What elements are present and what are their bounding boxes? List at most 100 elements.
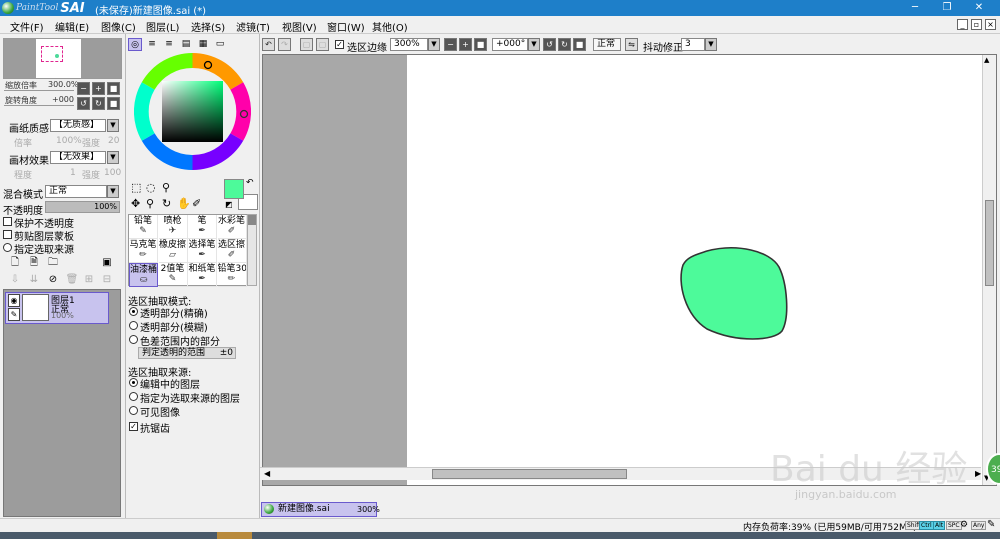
canvas-frame[interactable]: ▲ ▼ bbox=[262, 54, 997, 486]
tool-11[interactable]: 和纸笔 ✒ bbox=[188, 263, 217, 287]
mdi-restore-icon[interactable]: ▫ bbox=[971, 19, 982, 30]
restore-button[interactable]: ❐ bbox=[934, 0, 960, 16]
angle-select[interactable]: +000° bbox=[492, 38, 528, 51]
navigator-thumbnail[interactable] bbox=[3, 38, 122, 79]
menu-file[interactable]: 文件(F) bbox=[10, 19, 44, 34]
selection-edge-checkbox[interactable]: ✓ bbox=[335, 40, 344, 49]
rotate-slider[interactable] bbox=[4, 105, 74, 106]
flatten-icon[interactable]: ⊞ bbox=[82, 273, 96, 287]
mode-color-radio[interactable] bbox=[129, 335, 138, 344]
mdi-minimize-icon[interactable]: _ bbox=[957, 19, 968, 30]
tool-9[interactable]: 油漆桶 ⛀ bbox=[129, 263, 158, 287]
chevron-down-icon[interactable]: ▼ bbox=[107, 185, 119, 198]
select-source-radio[interactable] bbox=[3, 243, 12, 252]
menu-image[interactable]: 图像(C) bbox=[101, 19, 136, 34]
horizontal-scroll-thumb[interactable] bbox=[432, 469, 627, 479]
canvas-drawing[interactable] bbox=[407, 55, 983, 485]
reset-colors-icon[interactable]: ◩ bbox=[225, 200, 233, 209]
layer-props-icon[interactable]: ⊟ bbox=[100, 273, 114, 287]
chevron-down-icon[interactable]: ▼ bbox=[107, 151, 119, 164]
invert-select-icon[interactable]: ▢ bbox=[316, 38, 329, 51]
zoom-slider[interactable] bbox=[4, 90, 74, 91]
color-wheel[interactable] bbox=[134, 53, 251, 170]
menu-layer[interactable]: 图层(L) bbox=[146, 19, 179, 34]
flip-icon[interactable]: ⇋ bbox=[625, 38, 638, 51]
mixer-tab-icon[interactable]: ▦ bbox=[196, 38, 210, 51]
source-marked-radio[interactable] bbox=[129, 392, 138, 401]
mdi-close-icon[interactable]: × bbox=[985, 19, 996, 30]
swap-colors-icon[interactable]: ↶ bbox=[246, 178, 254, 188]
deselect-icon[interactable]: ▢ bbox=[300, 38, 313, 51]
zoom-out-icon[interactable]: − bbox=[77, 82, 90, 95]
clear-layer-icon[interactable]: ⊘ bbox=[46, 273, 60, 287]
zoom-in-icon[interactable]: + bbox=[92, 82, 105, 95]
scroll-left-icon[interactable]: ◀ bbox=[264, 469, 270, 478]
stabilizer-select[interactable]: 3 bbox=[681, 38, 705, 51]
new-folder-icon[interactable]: 🗀 bbox=[46, 256, 60, 270]
clip-mask-checkbox[interactable] bbox=[3, 230, 12, 239]
rotate-value[interactable]: +000 bbox=[52, 95, 74, 104]
zoom-out-icon[interactable]: − bbox=[444, 38, 457, 51]
eye-icon[interactable]: ◉ bbox=[8, 294, 20, 307]
rotate-view-icon[interactable]: ↻ bbox=[162, 197, 171, 210]
minimize-button[interactable]: ─ bbox=[902, 0, 928, 16]
magic-wand-icon[interactable]: ⚲ bbox=[162, 181, 170, 194]
menu-select[interactable]: 选择(S) bbox=[191, 19, 225, 34]
range-slider[interactable]: 判定透明的范围 ±0 bbox=[138, 347, 236, 359]
tool-7[interactable]: 选择笔 ✒ bbox=[188, 239, 217, 263]
transfer-down-icon[interactable]: ⇩ bbox=[8, 273, 22, 287]
rotate-right-icon[interactable]: ↻ bbox=[92, 97, 105, 110]
scroll-right-icon[interactable]: ▶ bbox=[975, 469, 981, 478]
swatch-tab-icon[interactable]: ▤ bbox=[179, 38, 193, 51]
scratchpad-tab-icon[interactable]: ▭ bbox=[213, 38, 227, 51]
primary-color-swatch[interactable] bbox=[224, 179, 244, 199]
navigator-view-rect[interactable] bbox=[41, 46, 63, 62]
menu-window[interactable]: 窗口(W) bbox=[327, 19, 365, 34]
close-button[interactable]: ✕ bbox=[966, 0, 992, 16]
rotate-reset-icon[interactable]: ■ bbox=[107, 97, 120, 110]
scroll-thumb[interactable] bbox=[248, 215, 256, 225]
menu-other[interactable]: 其他(O) bbox=[372, 19, 408, 34]
hsv-slider-tab-icon[interactable]: ≡ bbox=[162, 38, 176, 51]
chevron-down-icon[interactable]: ▼ bbox=[107, 119, 119, 132]
scroll-up-icon[interactable]: ▲ bbox=[984, 56, 989, 64]
mode-precise-radio[interactable] bbox=[129, 307, 138, 316]
zoom-value[interactable]: 300.0% bbox=[48, 80, 79, 89]
protect-opacity-checkbox[interactable] bbox=[3, 217, 12, 226]
layer-row[interactable]: ◉ ✎ 图层1 正常 100% bbox=[5, 292, 109, 324]
canvas-page[interactable] bbox=[407, 55, 983, 485]
move-icon[interactable]: ✥ bbox=[131, 197, 140, 210]
hand-icon[interactable]: ✋ bbox=[177, 197, 191, 210]
source-editing-radio[interactable] bbox=[129, 378, 138, 387]
rect-select-icon[interactable]: ⬚ bbox=[131, 181, 141, 194]
tool-grid-scrollbar[interactable] bbox=[247, 214, 257, 286]
layer-mask-icon[interactable]: ▣ bbox=[100, 256, 114, 270]
menu-filter[interactable]: 滤镜(T) bbox=[236, 19, 270, 34]
zoom-reset-icon[interactable]: ■ bbox=[474, 38, 487, 51]
rotate-left-icon[interactable]: ↺ bbox=[77, 97, 90, 110]
lasso-icon[interactable]: ◌ bbox=[146, 181, 156, 194]
new-layer-icon[interactable]: 🗋 bbox=[8, 256, 22, 270]
tool-1[interactable]: 铅笔 ✎ bbox=[129, 215, 158, 239]
taskbar-app-icon[interactable] bbox=[217, 532, 252, 539]
tool-12[interactable]: 铅笔30 ✏ bbox=[217, 263, 247, 287]
redo-icon[interactable]: ↷ bbox=[278, 38, 291, 51]
mode-fuzzy-radio[interactable] bbox=[129, 321, 138, 330]
delete-layer-icon[interactable]: 🗑 bbox=[65, 273, 79, 287]
tool-8[interactable]: 选区擦 ✐ bbox=[217, 239, 247, 263]
blend-mode-select[interactable]: 正常 bbox=[45, 185, 107, 198]
tool-10[interactable]: 2值笔 ✎ bbox=[158, 263, 188, 287]
blend-mode-button[interactable]: 正常 bbox=[593, 38, 621, 51]
source-visible-radio[interactable] bbox=[129, 406, 138, 415]
brush-lock-icon[interactable]: ✎ bbox=[8, 308, 20, 321]
zoom-in-icon[interactable]: + bbox=[459, 38, 472, 51]
vertical-scroll-thumb[interactable] bbox=[985, 200, 994, 286]
zoom-icon[interactable]: ⚲ bbox=[146, 197, 154, 210]
green-rounded-square-shape[interactable] bbox=[680, 247, 788, 340]
antialias-checkbox[interactable]: ✓ bbox=[129, 422, 138, 431]
menu-edit[interactable]: 编辑(E) bbox=[55, 19, 89, 34]
paper-texture-select[interactable]: 【无质感】 bbox=[50, 119, 106, 132]
color-wheel-tab-icon[interactable]: ◎ bbox=[128, 38, 142, 51]
new-vector-layer-icon[interactable]: 🗎 bbox=[27, 256, 41, 270]
rotate-left-icon[interactable]: ↺ bbox=[543, 38, 556, 51]
